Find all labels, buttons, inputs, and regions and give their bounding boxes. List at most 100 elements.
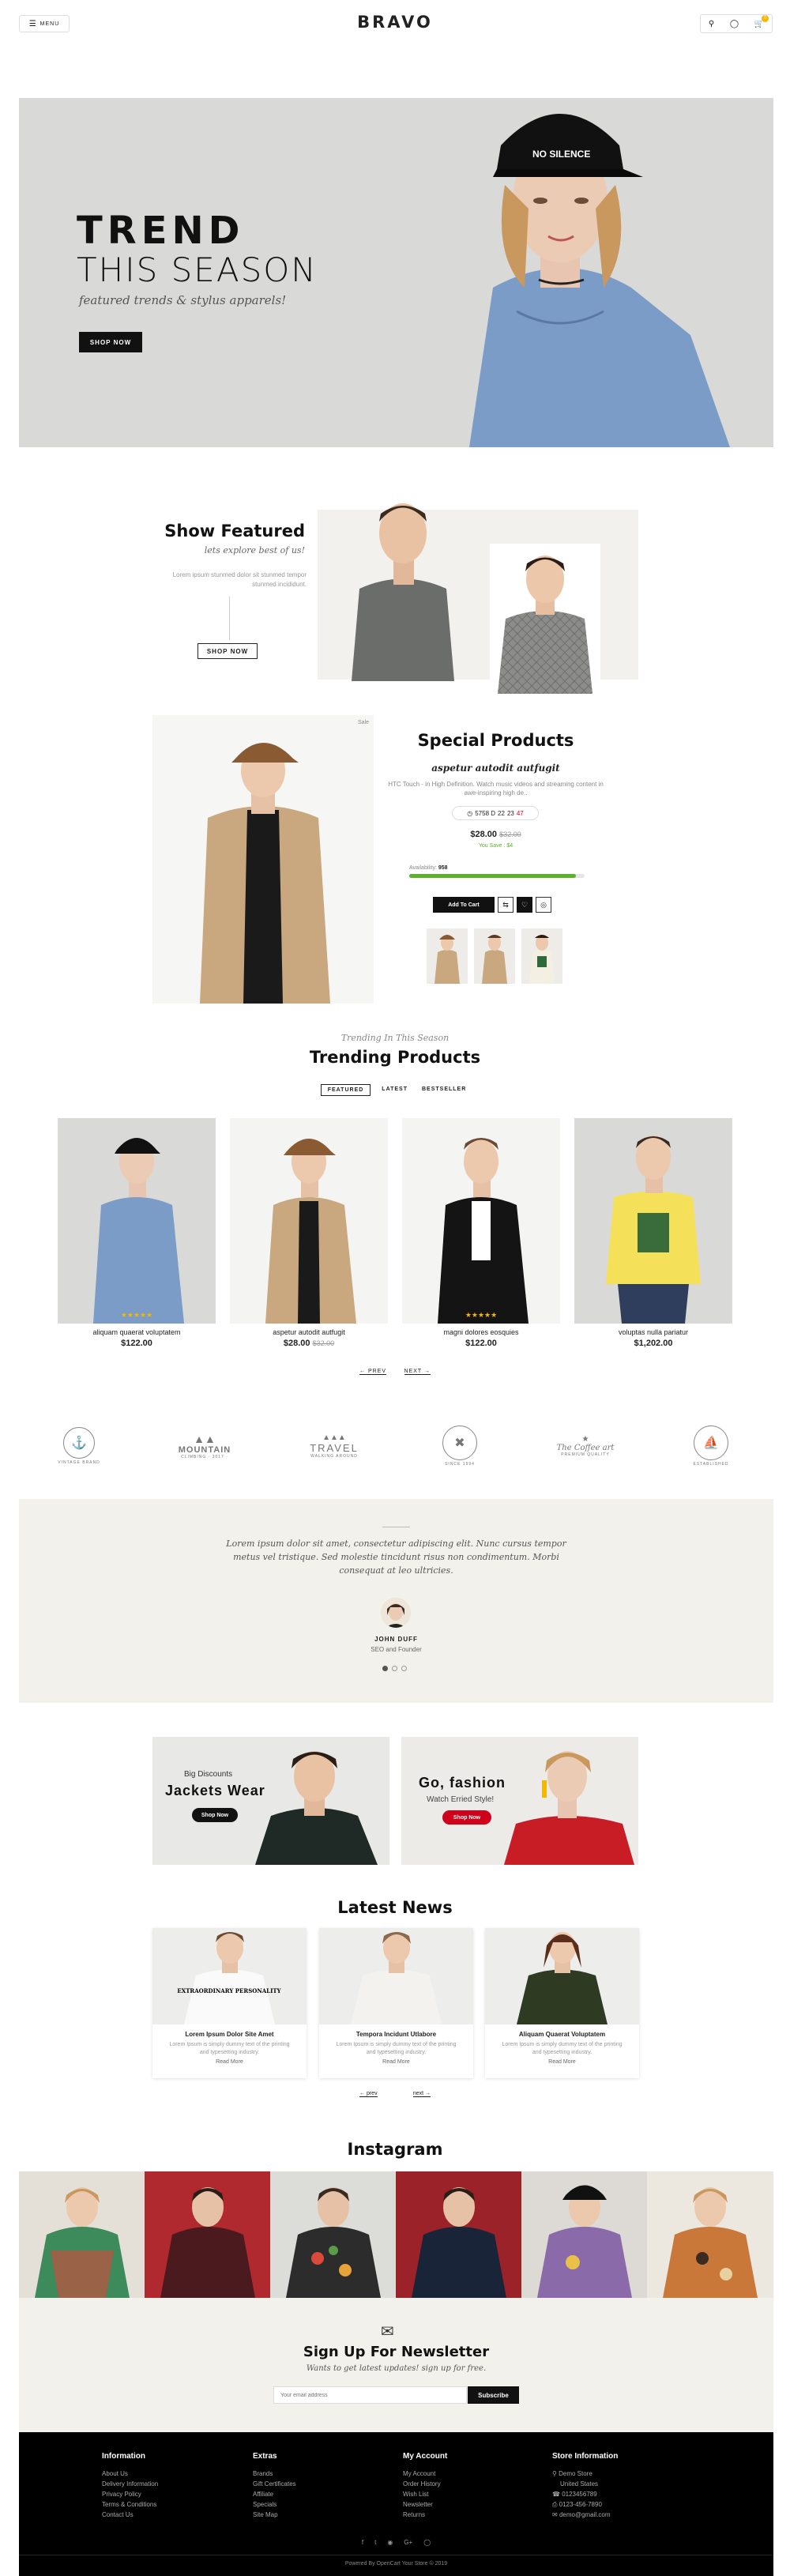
next-button[interactable]: NEXT → (404, 1369, 431, 1375)
footer-link[interactable]: Gift Certificates (253, 2479, 296, 2489)
instagram-photo[interactable] (521, 2171, 647, 2298)
instagram-photo[interactable] (647, 2171, 773, 2298)
product-name: aspetur autodit autfugit (273, 1328, 345, 1336)
fashion-model-image (504, 1751, 634, 1865)
news-grid: EXTRAORDINARY PERSONALITY Lorem Ipsum Do… (152, 1928, 639, 2086)
thumbnail[interactable] (474, 928, 515, 984)
twitter-icon[interactable]: t (374, 2539, 376, 2546)
quickview-button[interactable]: ◎ (536, 897, 551, 913)
brand-caption: SINCE 1994 (445, 1462, 475, 1467)
brand-logo[interactable]: ✖ SINCE 1994 (428, 1425, 491, 1467)
compare-button[interactable]: ⇆ (498, 897, 514, 913)
logo[interactable]: BRAVO (340, 13, 450, 32)
brand-logo[interactable]: ▲▲ MOUNTAIN CLIMBING · 2017 · (169, 1433, 240, 1459)
news-prev-button[interactable]: ← prev (359, 2091, 378, 2097)
footer-link[interactable]: Returns (403, 2510, 447, 2520)
footer-link[interactable]: Delivery Information (102, 2479, 158, 2489)
footer-heading: Information (102, 2452, 145, 2461)
instagram-photo[interactable] (145, 2171, 270, 2298)
dot[interactable] (392, 1666, 397, 1671)
footer-link[interactable]: Affiliate (253, 2489, 296, 2499)
price-value: $122.00 (465, 1339, 497, 1348)
instagram-photo[interactable] (19, 2171, 145, 2298)
news-card[interactable]: Tempora Incidunt Utlabore Lorem Ipsum is… (319, 1928, 473, 2078)
product-card[interactable]: aspetur autodit autfugit $28.00 $32.00 (230, 1118, 388, 1348)
read-more-link[interactable]: Read More (485, 2059, 639, 2065)
instagram-icon[interactable]: ◯ (423, 2539, 431, 2546)
heart-icon: ♡ (521, 900, 529, 909)
facebook-icon[interactable]: f (362, 2539, 363, 2546)
featured-shop-button[interactable]: SHOP NOW (198, 643, 258, 659)
cart-icon[interactable]: 🛒 0 (754, 14, 769, 28)
news-next-button[interactable]: next → (412, 2091, 431, 2097)
search-icon[interactable]: ⚲ (709, 20, 714, 28)
dot[interactable] (401, 1666, 407, 1671)
menu-button[interactable]: ☰ MENU (19, 15, 70, 32)
brand-logo[interactable]: ⛵ ESTABLISHED (679, 1425, 743, 1467)
footer-link[interactable]: Order History (403, 2479, 447, 2489)
fashion-shop-button[interactable]: Shop Now (442, 1810, 491, 1825)
footer-link[interactable]: Specials (253, 2499, 296, 2510)
thumbnail[interactable] (427, 928, 468, 984)
testimonial-avatar (381, 1598, 411, 1628)
instagram-photo[interactable] (396, 2171, 521, 2298)
prev-button[interactable]: ← PREV (359, 1369, 387, 1375)
rss-icon[interactable]: ◉ (387, 2539, 393, 2546)
product-card[interactable]: voluptas nulla pariatur $1,202.00 (574, 1118, 732, 1348)
footer-link[interactable]: Site Map (253, 2510, 296, 2520)
footer-link[interactable]: My Account (403, 2469, 447, 2479)
news-pager: ← prev next → (359, 2091, 431, 2097)
read-more-link[interactable]: Read More (319, 2059, 473, 2065)
copyright: Powered By OpenCart Your Store © 2019 (344, 2561, 448, 2567)
featured-divider (229, 597, 230, 640)
brand-logo[interactable]: ▲▲▲ TRAVEL WALKING AROUND (299, 1433, 370, 1459)
user-icon[interactable]: ◯ (730, 20, 739, 28)
footer-link[interactable]: Privacy Policy (102, 2489, 158, 2499)
dot-active[interactable] (382, 1666, 388, 1671)
footer-link[interactable]: Brands (253, 2469, 296, 2479)
cap-text: NO SILENCE (532, 149, 590, 160)
special-price: $28.00 (470, 830, 498, 839)
instagram-photo[interactable] (270, 2171, 396, 2298)
news-card[interactable]: EXTRAORDINARY PERSONALITY Lorem Ipsum Do… (152, 1928, 307, 2078)
product-card[interactable]: ★★★★★ aliquam quaerat voluptatem $122.00 (58, 1118, 216, 1348)
subscribe-button[interactable]: Subscribe (468, 2386, 519, 2404)
footer-heading: My Account (403, 2452, 448, 2461)
add-to-cart-button[interactable]: Add To Cart (433, 897, 495, 913)
google-plus-icon[interactable]: G+ (404, 2539, 412, 2546)
product-card[interactable]: ★★★★★ magni dolores eosquies $122.00 (402, 1118, 560, 1348)
wishlist-button[interactable]: ♡ (517, 897, 532, 913)
product-name: magni dolores eosquies (443, 1328, 519, 1336)
fashion-title: Go, fashion (419, 1775, 506, 1791)
jackets-shop-button[interactable]: Shop Now (192, 1808, 238, 1822)
newsletter-email-input[interactable] (273, 2386, 467, 2404)
footer-link[interactable]: Terms & Conditions (102, 2499, 158, 2510)
hero-shop-button[interactable]: SHOP NOW (79, 332, 142, 352)
product-name: aliquam quaerat voluptatem (92, 1328, 181, 1336)
store-fax: ⎙ 0123-456-7890 (552, 2499, 618, 2510)
promo-banner-jackets[interactable]: Big Discounts Jackets Wear Shop Now (152, 1737, 389, 1865)
tab-bestseller[interactable]: BESTSELLER (419, 1084, 469, 1096)
tab-latest[interactable]: LATEST (378, 1084, 411, 1096)
footer-link[interactable]: Wish List (403, 2489, 447, 2499)
brand-logo[interactable]: ⚓ VINTAGE BRAND (47, 1427, 111, 1465)
store-email[interactable]: ✉ demo@gmail.com (552, 2510, 618, 2520)
footer-link[interactable]: Newsletter (403, 2499, 447, 2510)
footer-link[interactable]: Contact Us (102, 2510, 158, 2520)
footer-column-store: Store Information ⚲ Demo Store United St… (552, 2452, 618, 2520)
footer-link[interactable]: About Us (102, 2469, 158, 2479)
news-card[interactable]: Aliquam Quaerat Voluptatem Lorem Ipsum i… (485, 1928, 639, 2078)
newsletter-subtitle: Wants to get latest updates! sign up for… (306, 2364, 487, 2373)
store-country: United States (552, 2479, 618, 2489)
availability: Availability: 958 (409, 865, 448, 871)
jackets-kicker: Big Discounts (184, 1770, 233, 1779)
testimonial-name: JOHN DUFF (374, 1636, 418, 1643)
product-image: ★★★★★ (402, 1118, 560, 1324)
promo-banner-fashion[interactable]: Go, fashion Watch Erried Style! Shop Now (401, 1737, 638, 1865)
thumbnail[interactable] (521, 928, 562, 984)
next-label: NEXT (404, 1369, 423, 1374)
read-more-link[interactable]: Read More (152, 2059, 307, 2065)
brand-logo[interactable]: ★ The Coffee art PREMIUM QUALITY (550, 1435, 621, 1457)
timer-hours: 22 (498, 809, 505, 817)
tab-featured[interactable]: FEATURED (320, 1084, 371, 1096)
